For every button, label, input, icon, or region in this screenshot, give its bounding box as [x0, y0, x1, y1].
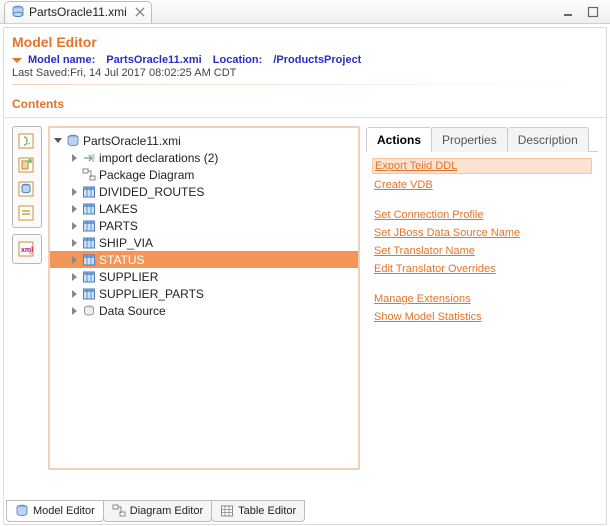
action-edit-translator-overrides[interactable]: Edit Translator Overrides [372, 262, 592, 276]
chevron-right-icon[interactable] [68, 288, 80, 300]
tree-item[interactable]: SUPPLIER [50, 268, 358, 285]
bottom-tab-diagram-editor[interactable]: Diagram Editor [103, 500, 212, 522]
bottom-tab-model-editor[interactable]: Model Editor [6, 500, 104, 522]
chevron-right-icon[interactable] [68, 220, 80, 232]
chevron-right-icon[interactable] [68, 305, 80, 317]
table-icon [82, 202, 96, 216]
editor-pane: Model Editor Model name: PartsOracle11.x… [3, 27, 607, 525]
tree-item[interactable]: Package Diagram [50, 166, 358, 183]
maximize-icon[interactable] [586, 5, 600, 19]
table-icon [82, 219, 96, 233]
diagram-icon [82, 168, 96, 182]
close-icon[interactable] [135, 7, 145, 17]
last-saved-label: Last Saved: [12, 67, 70, 79]
chevron-right-icon[interactable] [68, 254, 80, 266]
toolbox: xml [12, 126, 42, 470]
tree-item[interactable]: PARTS [50, 217, 358, 234]
model-file-icon [11, 5, 25, 19]
tree-item[interactable]: STATUS [50, 251, 358, 268]
tool-run-icon[interactable] [15, 130, 37, 152]
last-saved: Last Saved:Fri, 14 Jul 2017 08:02:25 AM … [12, 67, 598, 79]
title-bar: PartsOracle11.xmi [0, 0, 610, 24]
bottom-tab-label: Table Editor [238, 505, 296, 517]
tree-root-label: PartsOracle11.xmi [83, 134, 181, 148]
chevron-right-icon[interactable] [68, 169, 80, 181]
tab-properties[interactable]: Properties [431, 127, 508, 152]
datasource-icon [82, 304, 96, 318]
chevron-right-icon[interactable] [68, 237, 80, 249]
action-create-vdb[interactable]: Create VDB [372, 178, 592, 192]
table-icon [82, 236, 96, 250]
bottom-tab-label: Diagram Editor [130, 505, 203, 517]
svg-text:xml: xml [21, 247, 33, 254]
tree-item[interactable]: import declarations (2) [50, 149, 358, 166]
table-icon [82, 287, 96, 301]
tool-new-model-icon[interactable] [15, 154, 37, 176]
model-file-icon [15, 504, 29, 518]
chevron-right-icon[interactable] [68, 152, 80, 164]
model-name-value: PartsOracle11.xmi [106, 54, 201, 66]
action-export-teiid-ddl[interactable]: Export Teiid DDL [372, 158, 592, 174]
action-show-model-statistics[interactable]: Show Model Statistics [372, 310, 592, 324]
table-icon [220, 504, 234, 518]
actions-body: Export Teiid DDL Create VDB Set Connecti… [366, 152, 598, 330]
table-icon [82, 185, 96, 199]
action-set-connection-profile[interactable]: Set Connection Profile [372, 208, 592, 222]
tree-item-label: import declarations (2) [99, 151, 218, 165]
tree-item-label: DIVIDED_ROUTES [99, 185, 204, 199]
tree-item[interactable]: SHIP_VIA [50, 234, 358, 251]
tool-xml-icon[interactable]: xml [15, 238, 37, 260]
page-title: Model Editor [12, 34, 598, 50]
tab-description[interactable]: Description [507, 127, 589, 152]
action-set-jboss-ds[interactable]: Set JBoss Data Source Name [372, 226, 592, 240]
chevron-right-icon[interactable] [68, 271, 80, 283]
file-tab-label: PartsOracle11.xmi [29, 5, 127, 19]
tab-actions[interactable]: Actions [366, 127, 432, 152]
model-tree[interactable]: PartsOracle11.xmi import declarations (2… [48, 126, 360, 470]
model-file-icon [66, 134, 80, 148]
tree-item-label: Data Source [99, 304, 166, 318]
table-icon [82, 253, 96, 267]
tool-objects-icon[interactable] [15, 202, 37, 224]
window-controls [562, 5, 606, 19]
file-tab[interactable]: PartsOracle11.xmi [4, 1, 152, 23]
model-location-label: Location: [213, 54, 263, 66]
action-manage-extensions[interactable]: Manage Extensions [372, 292, 592, 306]
right-tabs: Actions Properties Description [366, 126, 598, 152]
tree-item-label: Package Diagram [99, 168, 194, 182]
model-info-row[interactable]: Model name: PartsOracle11.xmi Location: … [12, 54, 598, 66]
tree-item[interactable]: Data Source [50, 302, 358, 319]
action-set-translator-name[interactable]: Set Translator Name [372, 244, 592, 258]
diagram-icon [112, 504, 126, 518]
chevron-right-icon[interactable] [68, 186, 80, 198]
chevron-down-icon[interactable] [52, 135, 64, 147]
tree-item-label: STATUS [99, 253, 145, 267]
tool-model-props-icon[interactable] [15, 178, 37, 200]
tree-item-label: PARTS [99, 219, 138, 233]
tree-item[interactable]: DIVIDED_ROUTES [50, 183, 358, 200]
bottom-tab-label: Model Editor [33, 505, 95, 517]
imports-icon [82, 151, 96, 165]
tree-item-label: SHIP_VIA [99, 236, 153, 250]
tree-root[interactable]: PartsOracle11.xmi [50, 132, 358, 149]
bottom-editor-tabs: Model Editor Diagram Editor Table Editor [6, 500, 304, 522]
contents-section-label: Contents [4, 95, 606, 118]
minimize-icon[interactable] [562, 5, 576, 19]
bottom-tab-table-editor[interactable]: Table Editor [211, 500, 305, 522]
tree-item-label: SUPPLIER_PARTS [99, 287, 204, 301]
tree-item-label: LAKES [99, 202, 138, 216]
table-icon [82, 270, 96, 284]
tree-item[interactable]: SUPPLIER_PARTS [50, 285, 358, 302]
last-saved-value: Fri, 14 Jul 2017 08:02:25 AM CDT [70, 67, 236, 79]
right-panel: Actions Properties Description Export Te… [366, 126, 598, 470]
tree-item-label: SUPPLIER [99, 270, 158, 284]
chevron-right-icon[interactable] [68, 203, 80, 215]
chevron-down-icon [12, 58, 22, 63]
model-location-value: /ProductsProject [273, 54, 361, 66]
tree-item[interactable]: LAKES [50, 200, 358, 217]
model-name-label: Model name: [28, 54, 95, 66]
